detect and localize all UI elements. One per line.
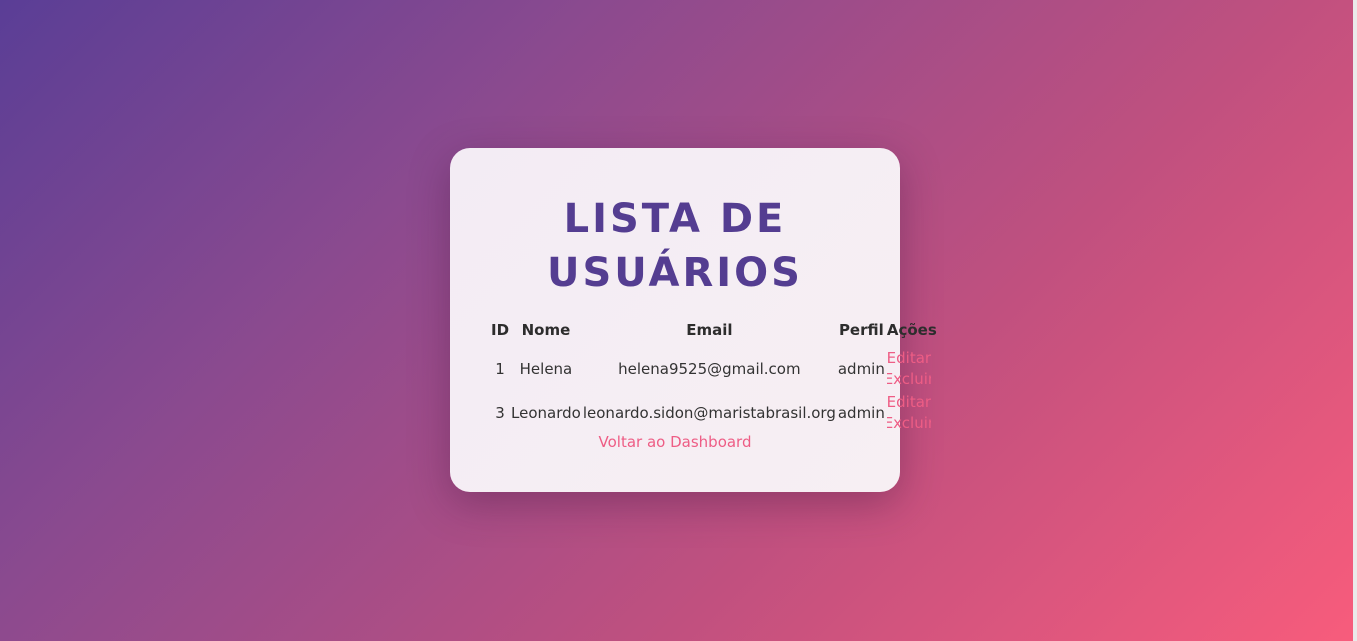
cell-email: leonardo.sidon@maristabrasil.org bbox=[582, 404, 836, 422]
table-header-row: ID Nome Email Perfil Ações bbox=[490, 319, 938, 347]
table-row: 1 Helena helena9525@gmail.com admin Edit… bbox=[490, 347, 938, 391]
header-id: ID bbox=[491, 321, 510, 339]
cell-acoes: Editar Excluir bbox=[886, 347, 938, 391]
cell-perfil: admin bbox=[837, 404, 885, 422]
delete-link[interactable]: Excluir bbox=[887, 413, 931, 434]
cell-email: helena9525@gmail.com bbox=[618, 360, 801, 378]
users-table: ID Nome Email Perfil Ações 1 Helena hele… bbox=[490, 319, 938, 435]
header-nome: Nome bbox=[521, 321, 571, 339]
header-email: Email bbox=[686, 321, 733, 339]
header-acoes: Ações bbox=[886, 321, 937, 339]
cell-nome: Leonardo bbox=[511, 404, 581, 422]
cell-nome: Helena bbox=[519, 360, 573, 378]
header-perfil: Perfil bbox=[838, 321, 884, 339]
scrollbar[interactable] bbox=[1353, 0, 1357, 641]
row-actions: Editar Excluir bbox=[887, 348, 931, 390]
page-title-line-2: USUÁRIOS bbox=[547, 250, 803, 296]
delete-link[interactable]: Excluir bbox=[887, 369, 931, 390]
page-title-line-1: LISTA DE bbox=[563, 196, 787, 242]
edit-link[interactable]: Editar bbox=[887, 348, 931, 369]
user-list-card: LISTA DE USUÁRIOS ID Nome Email Perfil A… bbox=[450, 148, 937, 492]
cell-id: 3 bbox=[495, 404, 505, 422]
page-title: LISTA DE USUÁRIOS bbox=[450, 192, 900, 300]
table-row: 3 Leonardo leonardo.sidon@maristabrasil.… bbox=[490, 391, 938, 435]
row-actions: Editar Excluir bbox=[887, 392, 931, 434]
back-to-dashboard-link[interactable]: Voltar ao Dashboard bbox=[450, 433, 900, 451]
cell-id: 1 bbox=[495, 360, 505, 378]
cell-perfil: admin bbox=[837, 360, 885, 378]
edit-link[interactable]: Editar bbox=[887, 392, 931, 413]
cell-acoes: Editar Excluir bbox=[886, 391, 938, 435]
